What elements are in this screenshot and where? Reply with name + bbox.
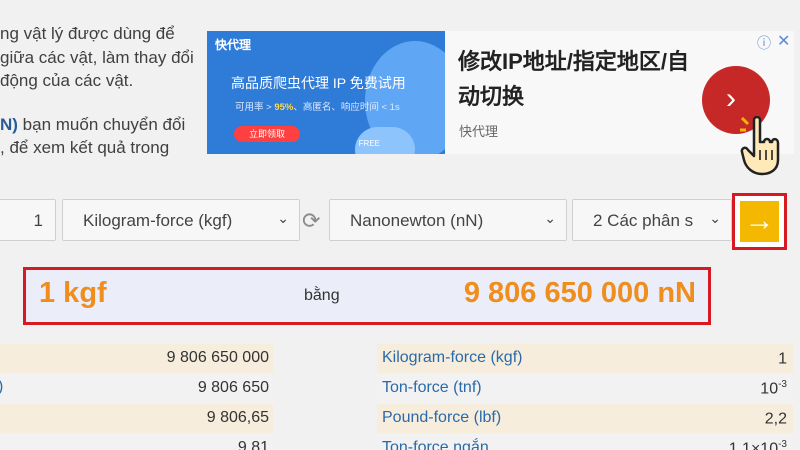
to-unit-select[interactable]: Nanonewton (nN) ⌄	[329, 199, 567, 241]
precision-value: 2 Các phân s	[593, 211, 694, 230]
left-row-value: 9 806 650 000	[166, 349, 269, 366]
right-table-row: Kilogram-force (kgf) 1	[377, 344, 793, 373]
unit-link[interactable]: Kilogram-force (kgf)	[382, 349, 522, 367]
left-row-name[interactable]: )	[0, 378, 3, 396]
pointing-hand-icon	[740, 116, 780, 176]
intro-line-5: , để xem kết quả trong	[0, 138, 170, 157]
chevron-down-icon: ⌄	[709, 210, 721, 226]
ad-image-cta-button[interactable]: 立即领取	[234, 126, 300, 142]
right-row-mantissa: 10	[760, 380, 779, 398]
swap-units-icon[interactable]: ⟳	[302, 208, 320, 234]
left-table-row: 9 806 650 000	[0, 344, 273, 373]
left-table-row: 9,81	[0, 434, 273, 450]
close-icon[interactable]: ✕	[777, 31, 790, 51]
intro-text: ng vật lý được dùng để giữa các vật, làm…	[0, 22, 200, 160]
chevron-down-icon: ⌄	[277, 210, 289, 226]
left-row-value: 9,81	[237, 439, 269, 450]
result-to: 9 806 650 000 nN	[463, 277, 696, 309]
unit-link[interactable]: Pound-force (lbf)	[382, 409, 501, 427]
ad-sub-highlight: 95%	[274, 102, 294, 113]
right-table-row: Pound-force (lbf) 2,2	[377, 404, 793, 433]
right-row-exponent: -3	[778, 379, 787, 390]
right-table-row: Ton-force (tnf) 10-3	[377, 374, 793, 403]
right-row-mantissa: 1	[778, 350, 787, 368]
ad-image-subtext: 可用率 > 95%、高匿名、响应时间 < 1s	[235, 99, 400, 113]
from-unit-value: Kilogram-force (kgf)	[83, 211, 233, 230]
arrow-right-icon: →	[740, 201, 779, 242]
advertisement[interactable]: 快代理 高品质爬虫代理 IP 免费试用 可用率 > 95%、高匿名、响应时间 <…	[207, 31, 794, 154]
intro-line-1: ng vật lý được dùng để	[0, 24, 175, 43]
left-table-row: ) 9 806 650	[0, 374, 273, 403]
from-unit-select[interactable]: Kilogram-force (kgf) ⌄	[62, 199, 300, 241]
ad-image-free-label: FREE	[358, 139, 380, 148]
to-unit-value: Nanonewton (nN)	[350, 211, 484, 230]
right-row-mantissa: 1,1×10	[728, 440, 779, 450]
unit-link[interactable]: Ton-force ngắn	[382, 439, 489, 450]
right-row-value: 1	[778, 349, 787, 368]
ad-sub-rest: 、高匿名、响应时间 < 1s	[293, 102, 400, 113]
ad-title[interactable]: 修改IP地址/指定地区/自动切换	[458, 44, 708, 114]
amount-value: 1	[33, 211, 43, 230]
intro-line-4-rest: bạn muốn chuyển đổi	[17, 114, 186, 134]
left-row-value: 9 806,65	[206, 409, 269, 426]
intro-line-4: N) bạn muốn chuyển đổi	[0, 113, 200, 137]
ad-banner-image[interactable]: 快代理 高品质爬虫代理 IP 免费试用 可用率 > 95%、高匿名、响应时间 <…	[207, 31, 445, 154]
amount-input[interactable]: 1	[0, 199, 56, 241]
right-row-exponent: -3	[778, 439, 787, 450]
page: ng vật lý được dùng để giữa các vật, làm…	[0, 0, 800, 450]
intro-line-2: giữa các vật, làm thay đổi	[0, 47, 194, 67]
conversion-result: 1 kgf bằng 9 806 650 000 nN	[23, 267, 711, 325]
info-icon[interactable]: ⓘ	[757, 33, 771, 53]
right-row-value: 2,2	[765, 409, 787, 428]
chevron-right-icon: ›	[726, 82, 736, 115]
ad-brand[interactable]: 快代理	[459, 121, 498, 140]
right-row-value: 1,1×10-3	[729, 439, 787, 450]
chevron-down-icon: ⌄	[544, 210, 556, 226]
ad-image-headline: 高品质爬虫代理 IP 免费试用	[231, 75, 406, 91]
unit-link[interactable]: Ton-force (tnf)	[382, 379, 482, 397]
result-from: 1 kgf	[39, 277, 107, 309]
left-table-row: 9 806,65	[0, 404, 273, 433]
right-row-mantissa: 2,2	[764, 410, 787, 428]
right-row-value: 10-3	[760, 379, 787, 398]
ad-image-logo: 快代理	[215, 38, 252, 52]
ad-sub-prefix: 可用率 >	[235, 102, 275, 113]
intro-bold-unit: N)	[0, 114, 18, 134]
right-table-row: Ton-force ngắn 1,1×10-3	[377, 434, 793, 450]
precision-select[interactable]: 2 Các phân s ⌄	[572, 199, 732, 241]
left-row-value: 9 806 650	[197, 379, 269, 396]
result-equals-label: bằng	[304, 287, 340, 304]
intro-line-3: động của các vật.	[0, 71, 134, 90]
convert-button[interactable]: →	[732, 193, 787, 250]
